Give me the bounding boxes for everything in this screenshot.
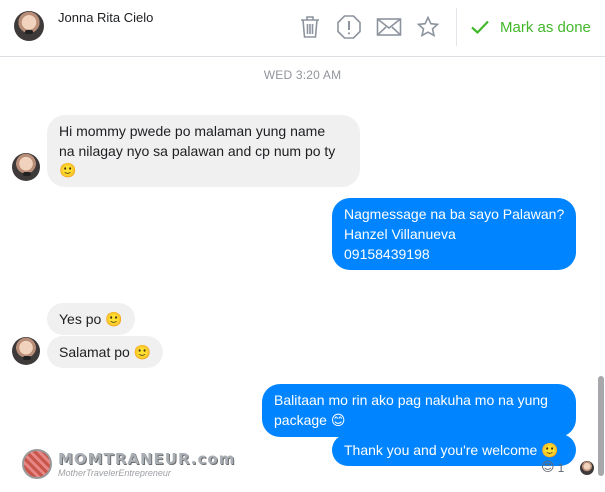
message-text: Yes po bbox=[59, 311, 102, 327]
message-text-line: na nilagay nyo sa palawan and cp num po … bbox=[59, 143, 336, 159]
message-text-line: package bbox=[274, 412, 327, 428]
smile-emoji: 🙂 bbox=[541, 443, 559, 459]
blush-emoji: 😊 bbox=[330, 413, 346, 429]
message-bubble-incoming[interactable]: Hi mommy pwede po malaman yung name na n… bbox=[47, 115, 360, 187]
message-text-line: Hanzel Villanueva bbox=[344, 226, 456, 242]
heart-eyes-emoji: 😍 bbox=[541, 460, 555, 475]
sender-avatar[interactable] bbox=[12, 153, 40, 181]
message-text-line: Balitaan mo rin ako pag nakuha mo na yun… bbox=[274, 392, 548, 408]
envelope-icon[interactable] bbox=[375, 11, 403, 43]
message-text-line: Hi mommy pwede po malaman yung name bbox=[59, 123, 326, 139]
star-icon[interactable] bbox=[414, 11, 442, 43]
alert-icon[interactable] bbox=[335, 11, 363, 43]
message-text: Thank you and you're welcome bbox=[344, 442, 538, 458]
watermark-title: MOMTRANEUR.com bbox=[58, 450, 236, 468]
conversation-header: Jonna Rita Cielo Mark as done bbox=[0, 0, 605, 57]
message-text-line: 09158439198 bbox=[344, 246, 430, 262]
reaction-count: 1 bbox=[557, 460, 565, 475]
contact-name[interactable]: Jonna Rita Cielo bbox=[58, 10, 153, 25]
smile-emoji: 🙂 bbox=[133, 345, 152, 361]
trash-icon[interactable] bbox=[296, 11, 324, 43]
message-text-line: Nagmessage na ba sayo Palawan? bbox=[344, 206, 565, 222]
message-text: Salamat po bbox=[59, 344, 130, 360]
seen-avatar bbox=[580, 461, 594, 475]
smile-emoji: 🙂 bbox=[105, 312, 123, 328]
message-bubble-incoming[interactable]: Yes po 🙂 bbox=[47, 303, 135, 335]
watermark-subtitle: MotherTravelerEntrepreneur bbox=[58, 468, 171, 478]
checkmark-icon bbox=[471, 20, 489, 35]
watermark-logo bbox=[22, 449, 52, 479]
smile-emoji: 🙂 bbox=[59, 163, 77, 179]
watermark: MOMTRANEUR.com MotherTravelerEntrepreneu… bbox=[22, 449, 235, 479]
sender-avatar[interactable] bbox=[12, 337, 40, 365]
message-reaction[interactable]: 😍 1 bbox=[541, 460, 564, 475]
message-bubble-outgoing[interactable]: Balitaan mo rin ako pag nakuha mo na yun… bbox=[262, 384, 576, 437]
message-bubble-incoming[interactable]: Salamat po 🙂 bbox=[47, 336, 164, 368]
message-bubble-outgoing[interactable]: Nagmessage na ba sayo Palawan? Hanzel Vi… bbox=[332, 198, 576, 270]
message-timestamp: WED 3:20 AM bbox=[263, 68, 342, 82]
header-divider bbox=[456, 8, 457, 46]
mark-as-done-button[interactable]: Mark as done bbox=[470, 14, 591, 40]
mark-as-done-label: Mark as done bbox=[500, 18, 591, 36]
message-bubble-outgoing[interactable]: Thank you and you're welcome 🙂 bbox=[332, 434, 576, 466]
contact-avatar[interactable] bbox=[14, 11, 44, 41]
scrollbar-thumb[interactable] bbox=[598, 376, 604, 476]
